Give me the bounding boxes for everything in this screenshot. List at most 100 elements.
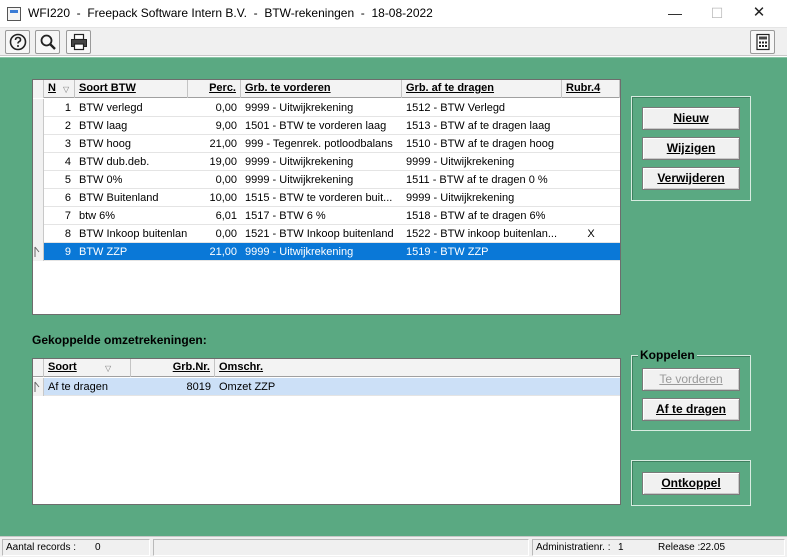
table-row[interactable]: 8 BTW Inkoop buitenlan 0,00 1521 - BTW Inko… xyxy=(33,225,620,243)
linked-table-header: Soort ▽ Grb.Nr. Omschr. xyxy=(33,359,620,377)
af-te-dragen-button[interactable]: Af te dragen xyxy=(642,398,740,421)
table-row[interactable]: 6 BTW Buitenland 10,00 1515 - BTW te vorder… xyxy=(33,189,620,207)
te-vorderen-button[interactable]: Te vorderen xyxy=(642,368,740,391)
vat-table[interactable]: N ▽ Soort BTW Perc. Grb. te vorderen Grb.… xyxy=(32,79,621,315)
cell-n: 5 xyxy=(64,174,71,186)
sort-arrow-icon: ▽ xyxy=(63,85,70,94)
print-button[interactable] xyxy=(66,30,91,54)
column-header-perc[interactable]: Perc. xyxy=(188,80,241,98)
table-row[interactable]: 5 BTW 0% 0,00 9999 - Uitwijkrekening 1511 - … xyxy=(33,171,620,189)
cell-grb-af-te-dragen: 1511 - BTW af te dragen 0 % xyxy=(406,174,548,186)
cell-grb-af-te-dragen: 9999 - Uitwijkrekening xyxy=(406,156,515,168)
actions-panel: Nieuw Wijzigen Verwijderen xyxy=(631,96,751,201)
cell-grb-te-vorderen: 999 - Tegenrek. potloodbalans xyxy=(245,138,393,150)
ontkoppel-panel: Ontkoppel xyxy=(631,460,751,506)
table-row[interactable]: 3 BTW hoog 21,00 999 - Tegenrek. potloodbal… xyxy=(33,135,620,153)
koppelen-label: Koppelen xyxy=(638,348,697,362)
window-title: WFI220 - Freepack Software Intern B.V. -… xyxy=(28,6,433,20)
row-indicator xyxy=(33,117,44,135)
cell-grb-te-vorderen: 9999 - Uitwijkrekening xyxy=(245,174,354,186)
info-panel: Administratienr. : 1 Release : 22.05 xyxy=(532,539,785,556)
cell-grb-te-vorderen: 1515 - BTW te vorderen buit... xyxy=(245,192,393,204)
calculator-button[interactable] xyxy=(750,30,775,54)
maximize-button[interactable]: ☐ xyxy=(697,0,737,28)
cell-rubr4 xyxy=(562,99,620,117)
title-bar: WFI220 - Freepack Software Intern B.V. -… xyxy=(0,0,787,28)
cell-perc: 0,00 xyxy=(215,228,237,240)
new-button[interactable]: Nieuw xyxy=(642,107,740,130)
cell-perc: 9,00 xyxy=(215,120,237,132)
cell-perc: 10,00 xyxy=(209,192,237,204)
cell-grb-te-vorderen: 1517 - BTW 6 % xyxy=(245,210,326,222)
cell-soort-btw: btw 6% xyxy=(79,210,116,222)
cell-soort-btw: BTW verlegd xyxy=(79,102,143,114)
table-row[interactable]: 4 BTW dub.deb. 19,00 9999 - Uitwijkrekening… xyxy=(33,153,620,171)
status-message-panel xyxy=(153,539,529,556)
koppelen-panel: Te vorderen Af te dragen xyxy=(631,355,751,431)
column-header-soort[interactable]: Soort ▽ xyxy=(44,359,131,377)
minimize-button[interactable]: — xyxy=(655,0,695,28)
row-indicator xyxy=(33,171,44,189)
table-row[interactable]: 9 BTW ZZP 21,00 9999 - Uitwijkrekening 1519 … xyxy=(33,243,620,261)
cell-soort-btw: BTW Buitenland xyxy=(79,192,159,204)
edit-button[interactable]: Wijzigen xyxy=(642,137,740,160)
help-button[interactable] xyxy=(5,30,30,54)
cell-grb-af-te-dragen: 1518 - BTW af te dragen 6% xyxy=(406,210,546,222)
row-indicator xyxy=(33,189,44,207)
table-row[interactable]: Af te dragen 8019 Omzet ZZP xyxy=(33,378,620,396)
cell-rubr4 xyxy=(562,207,620,225)
records-panel: Aantal records : 0 xyxy=(2,539,150,556)
cell-grb-nr: 8019 xyxy=(186,381,211,393)
ontkoppel-button[interactable]: Ontkoppel xyxy=(642,472,740,495)
main-area: N ▽ Soort BTW Perc. Grb. te vorderen Grb.… xyxy=(0,57,787,536)
records-label: Aantal records : xyxy=(6,542,77,553)
close-button[interactable]: ✕ xyxy=(739,0,779,28)
cell-n: 9 xyxy=(64,246,71,258)
print-icon xyxy=(71,33,87,51)
release-value: 22.05 xyxy=(700,542,726,553)
cell-n: 3 xyxy=(64,138,71,150)
column-header-grb-te-vorderen[interactable]: Grb. te vorderen xyxy=(241,80,402,98)
table-row[interactable]: 1 BTW verlegd 0,00 9999 - Uitwijkrekening 15… xyxy=(33,99,620,117)
cell-grb-af-te-dragen: 1512 - BTW Verlegd xyxy=(406,102,506,114)
toolbar xyxy=(0,28,787,56)
column-header-soort-btw[interactable]: Soort BTW xyxy=(75,80,188,98)
row-indicator xyxy=(33,153,44,171)
status-bar: Aantal records : 0 Administratienr. : 1 … xyxy=(0,536,787,557)
table-row[interactable]: 2 BTW laag 9,00 1501 - BTW te vorderen laag… xyxy=(33,117,620,135)
row-indicator xyxy=(33,135,44,153)
search-button[interactable] xyxy=(35,30,60,54)
row-indicator xyxy=(33,225,44,243)
column-header-omschr[interactable]: Omschr. xyxy=(215,359,620,377)
admin-value: 1 xyxy=(618,542,624,553)
linked-accounts-title: Gekoppelde omzetrekeningen: xyxy=(32,333,207,347)
cell-grb-te-vorderen: 1501 - BTW te vorderen laag xyxy=(245,120,387,132)
cell-perc: 21,00 xyxy=(209,138,237,150)
cell-soort-btw: BTW laag xyxy=(79,120,128,132)
table-row[interactable]: 7 btw 6% 6,01 1517 - BTW 6 % 1518 - BTW af t… xyxy=(33,207,620,225)
linked-accounts-table[interactable]: Soort ▽ Grb.Nr. Omschr. Af te dragen 8019… xyxy=(32,358,621,505)
cell-soort-btw: BTW Inkoop buitenlan xyxy=(79,228,188,240)
row-indicator-icon xyxy=(34,381,40,392)
column-header-rubr4[interactable]: Rubr.4 xyxy=(562,80,620,98)
cell-grb-te-vorderen: 9999 - Uitwijkrekening xyxy=(245,246,354,258)
records-value: 0 xyxy=(95,542,101,553)
cell-rubr4 xyxy=(562,243,620,261)
vat-table-header: N ▽ Soort BTW Perc. Grb. te vorderen Grb.… xyxy=(33,80,620,98)
cell-n: 2 xyxy=(64,120,71,132)
cell-rubr4 xyxy=(562,153,620,171)
cell-rubr4 xyxy=(562,135,620,153)
column-header-grb-nr[interactable]: Grb.Nr. xyxy=(131,359,215,377)
cell-soort-btw: BTW hoog xyxy=(79,138,131,150)
column-header-grb-af-te-dragen[interactable]: Grb. af te dragen xyxy=(402,80,562,98)
row-indicator xyxy=(33,243,44,261)
cell-grb-af-te-dragen: 1513 - BTW af te dragen laag xyxy=(406,120,551,132)
cell-soort: Af te dragen xyxy=(48,381,108,393)
cell-soort-btw: BTW 0% xyxy=(79,174,123,186)
cell-perc: 19,00 xyxy=(209,156,237,168)
delete-button[interactable]: Verwijderen xyxy=(642,167,740,190)
cell-n: 7 xyxy=(64,210,71,222)
row-indicator-icon xyxy=(34,246,40,257)
column-header-n[interactable]: N ▽ xyxy=(44,80,75,98)
cell-grb-af-te-dragen: 9999 - Uitwijkrekening xyxy=(406,192,515,204)
